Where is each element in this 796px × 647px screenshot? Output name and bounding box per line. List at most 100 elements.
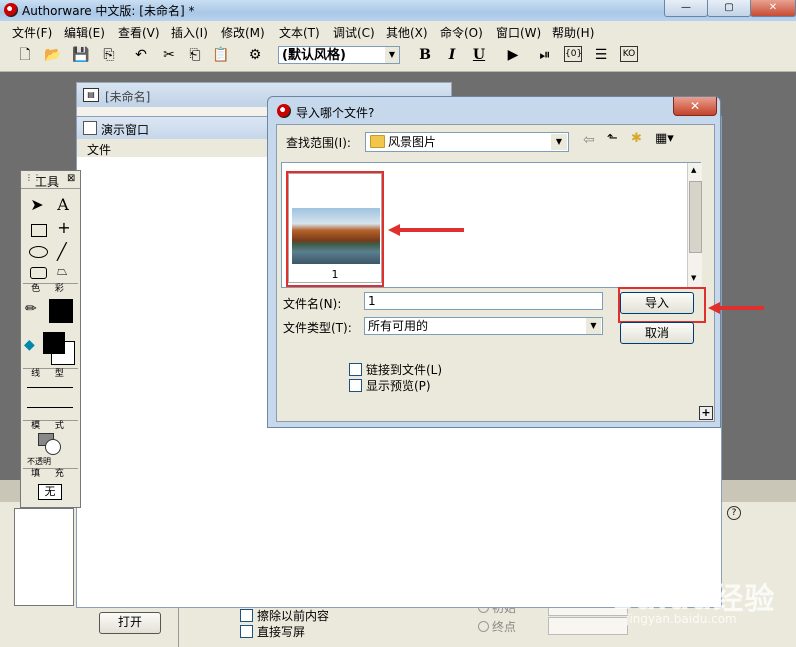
menu-other[interactable]: 其他(X) [386, 24, 428, 41]
copy-icon[interactable]: ⎗ [186, 46, 204, 64]
app-titlebar: Authorware 中文版: [未命名] * — ▢ ✕ [0, 0, 796, 21]
rounded-rectangle-tool-icon[interactable] [30, 267, 47, 279]
tools-titlebar[interactable]: ⋮⋮ 工具 ⊠ [21, 171, 80, 189]
menu-view[interactable]: 查看(V) [118, 24, 160, 41]
import-button-highlight [618, 287, 706, 323]
up-folder-icon[interactable]: ⬑ [607, 131, 618, 146]
filename-label: 文件名(N): [283, 297, 342, 311]
folder-icon [370, 135, 385, 148]
scroll-up-icon[interactable]: ▲ [691, 166, 696, 174]
variables-icon[interactable]: ☰ [592, 46, 610, 64]
text-tool[interactable]: A [53, 195, 73, 215]
close-icon[interactable]: ⊠ [67, 173, 75, 184]
menu-modify[interactable]: 修改(M) [221, 24, 265, 41]
show-preview-label: 显示预览(P) [366, 379, 431, 393]
undo-icon[interactable]: ↶ [132, 46, 150, 64]
line-color-swatch[interactable] [49, 299, 73, 323]
dialog-close-button[interactable]: ✕ [673, 97, 717, 116]
save-all-icon[interactable]: 💾 [72, 46, 90, 64]
erase-checkbox[interactable] [240, 609, 253, 622]
import-icon[interactable]: ⎘ [100, 46, 118, 64]
ellipse-tool-icon[interactable] [29, 246, 48, 258]
open-button[interactable]: 打开 [99, 612, 161, 634]
crosshair-tool-icon[interactable]: + [55, 219, 73, 237]
pencil-icon[interactable]: ✏ [25, 301, 37, 317]
file-list-scrollbar[interactable]: ▲ ▼ [687, 163, 702, 287]
pointer-tool-icon[interactable]: ➤ [27, 195, 47, 215]
fill-value-button[interactable]: 无 [38, 484, 62, 500]
italic-button[interactable]: I [443, 47, 461, 65]
presentation-menu-file[interactable]: 文件 [87, 141, 111, 158]
restart-icon[interactable]: ⏯ [536, 46, 554, 64]
menu-file[interactable]: 文件(F) [12, 24, 52, 41]
new-folder-icon[interactable]: ✱ [631, 131, 642, 146]
fill-bucket-icon[interactable]: ◆ [24, 337, 35, 353]
scroll-thumb[interactable] [689, 181, 702, 253]
underline-button[interactable]: U [470, 47, 488, 65]
line-tool-icon[interactable]: ╱ [57, 244, 73, 260]
look-in-label: 查找范围(I): [286, 136, 351, 150]
annotation-arrow [718, 306, 764, 310]
minimize-button[interactable]: — [664, 0, 708, 17]
rectangle-tool-icon[interactable] [31, 224, 47, 237]
flowline-icon: ▤ [83, 88, 99, 102]
functions-icon[interactable]: {0} [564, 46, 582, 62]
menu-window[interactable]: 窗口(W) [496, 24, 541, 41]
foreground-color-swatch[interactable] [43, 332, 65, 354]
chevron-down-icon[interactable]: ▼ [586, 318, 601, 334]
menu-text[interactable]: 文本(T) [279, 24, 320, 41]
untitled-window-title: [未命名] [105, 90, 151, 104]
file-thumbnail[interactable]: 1 [288, 173, 382, 283]
tools-palette: ⋮⋮ 工具 ⊠ ➤ A + ╱ ⏢ 色 彩 ✏ ◆ 线 型 模 式 不透明 填 … [20, 170, 81, 508]
watermark-url: jingyan.baidu.com [626, 612, 737, 626]
look-in-dropdown[interactable]: 风景图片 ▼ [365, 132, 569, 152]
presentation-window-title: 演示窗口 [101, 123, 150, 137]
direct-to-screen-checkbox[interactable] [240, 625, 253, 638]
polygon-tool-icon[interactable]: ⏢ [57, 265, 73, 279]
help-icon[interactable]: ? [727, 506, 741, 520]
scroll-down-icon[interactable]: ▼ [691, 274, 696, 282]
end-field[interactable] [548, 617, 628, 635]
back-icon[interactable]: ⇦ [583, 132, 595, 148]
app-title: Authorware 中文版: [未命名] * [22, 4, 195, 18]
line-section-label: 线 型 [23, 368, 78, 380]
direct-to-screen-label: 直接写屏 [257, 625, 306, 639]
menu-command[interactable]: 命令(O) [440, 24, 483, 41]
chevron-down-icon[interactable]: ▼ [385, 47, 399, 63]
cancel-button[interactable]: 取消 [620, 322, 694, 344]
close-button[interactable]: ✕ [750, 0, 796, 17]
maximize-button[interactable]: ▢ [707, 0, 751, 17]
authorware-logo-icon [277, 104, 291, 118]
file-list: 1 ▲ ▼ [281, 162, 702, 288]
view-menu-icon[interactable]: ▦▾ [655, 131, 674, 146]
find-icon[interactable]: ⚙ [246, 46, 264, 64]
filename-input[interactable]: 1 [364, 292, 603, 310]
color-section-label: 色 彩 [23, 283, 78, 295]
show-preview-checkbox[interactable] [349, 379, 362, 392]
link-to-file-label: 链接到文件(L) [366, 363, 443, 377]
annotation-arrow [398, 228, 464, 232]
menu-edit[interactable]: 编辑(E) [64, 24, 105, 41]
menu-debug[interactable]: 调试(C) [333, 24, 375, 41]
bold-button[interactable]: B [416, 47, 434, 65]
link-to-file-checkbox[interactable] [349, 363, 362, 376]
menu-insert[interactable]: 插入(I) [171, 24, 208, 41]
chevron-down-icon[interactable]: ▼ [551, 134, 567, 150]
end-radio[interactable] [478, 621, 489, 632]
mode-value: 不透明 [27, 457, 51, 466]
new-file-icon[interactable]: 🗋 [16, 46, 34, 64]
cut-icon[interactable]: ✂ [160, 46, 178, 64]
menu-help[interactable]: 帮助(H) [552, 24, 594, 41]
line-style-medium[interactable] [27, 407, 73, 408]
open-folder-icon[interactable]: 📂 [44, 46, 62, 64]
style-dropdown[interactable]: (默认风格) [278, 46, 400, 64]
run-icon[interactable]: ▶ [504, 46, 522, 64]
line-style-thin[interactable] [27, 387, 73, 388]
filetype-dropdown[interactable]: 所有可用的 ▼ [364, 317, 603, 335]
look-in-value: 风景图片 [388, 135, 437, 149]
paste-icon[interactable]: 📋 [212, 46, 230, 64]
expand-button[interactable]: + [699, 406, 713, 420]
mode-circle-icon[interactable] [45, 439, 61, 455]
menubar: 文件(F) 编辑(E) 查看(V) 插入(I) 修改(M) 文本(T) 调试(C… [0, 21, 796, 41]
knowledge-objects-icon[interactable]: KO [620, 46, 638, 62]
